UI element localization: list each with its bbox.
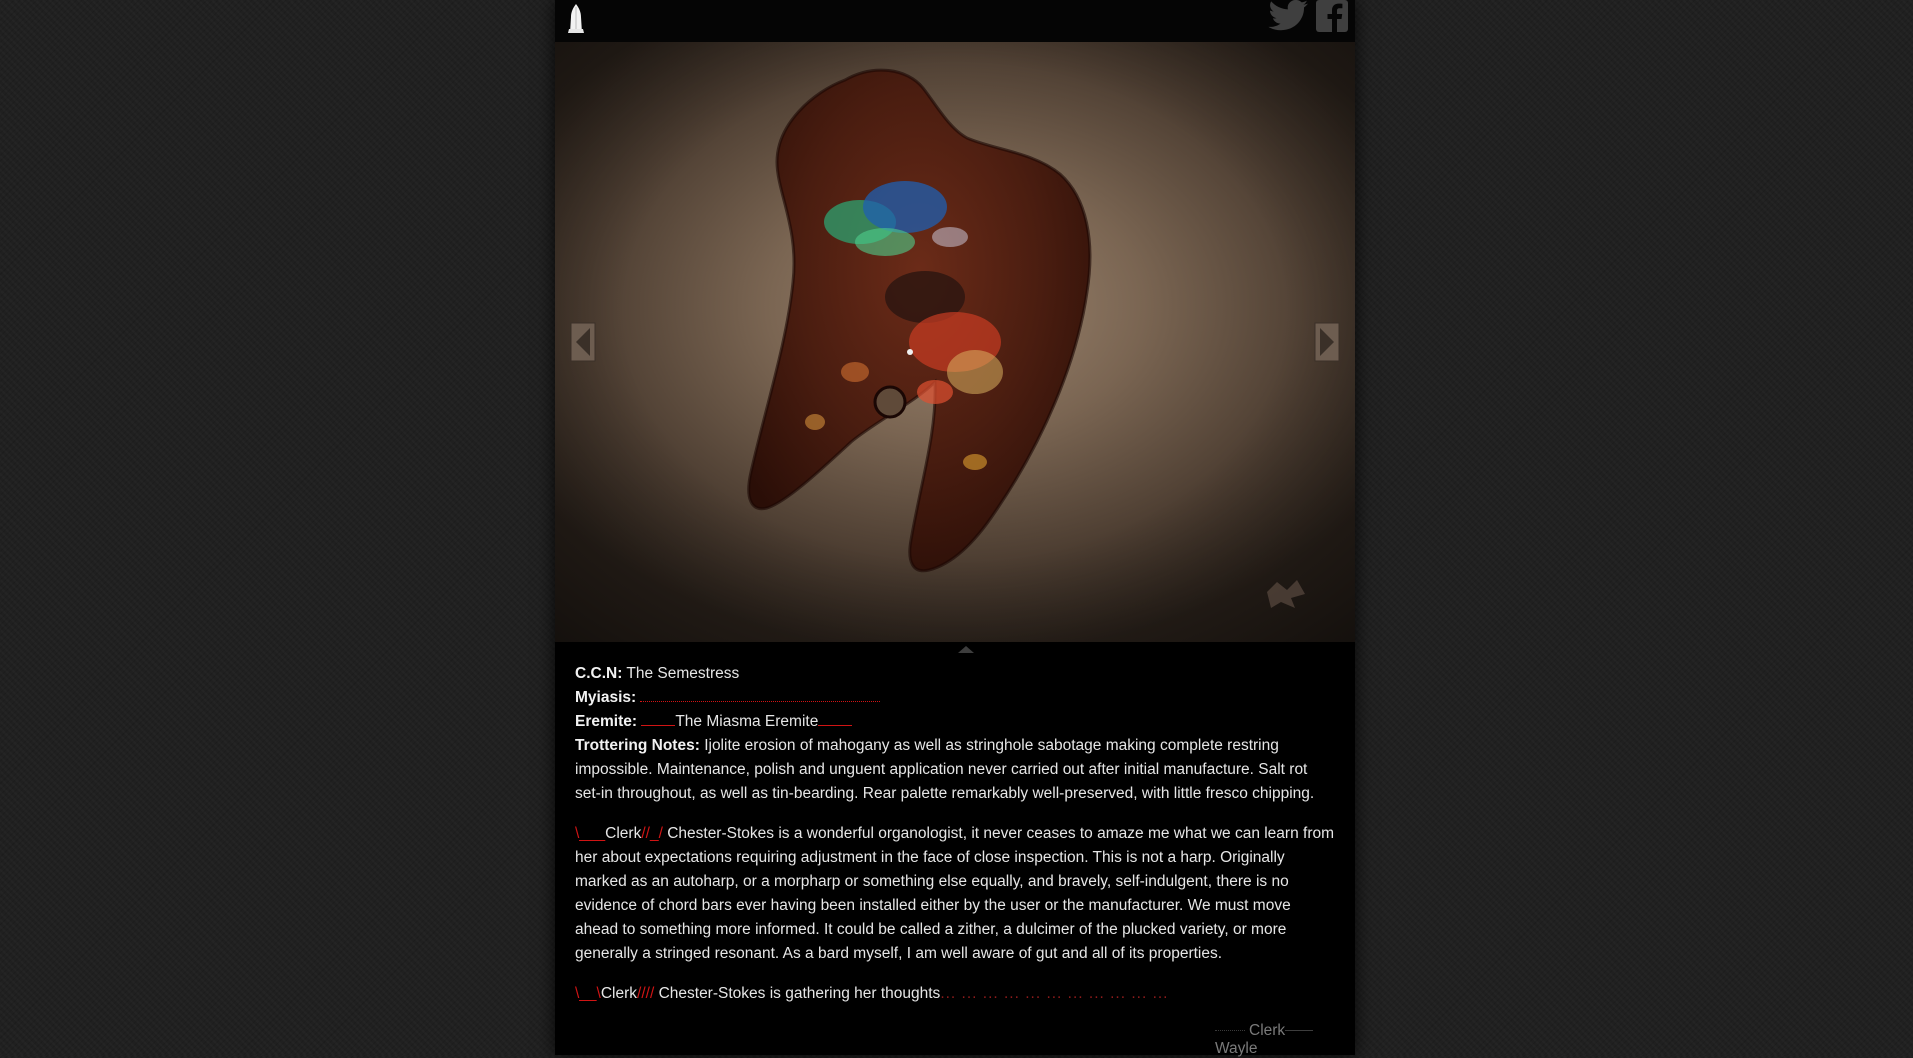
comment-prefix: \___ xyxy=(575,825,606,842)
ccn-value: The Semestress xyxy=(626,665,740,682)
chevron-left-icon[interactable] xyxy=(570,322,596,362)
signature: ClerkWayle xyxy=(1215,1022,1355,1058)
eremite-label: Eremite: xyxy=(575,713,638,730)
eremite-underline-right xyxy=(818,711,853,726)
painted-wooden-palette-image xyxy=(555,42,1355,642)
myiasis-blank xyxy=(640,687,881,702)
ccn-label: C.C.N: xyxy=(575,665,623,682)
myiasis-field: Myiasis: xyxy=(575,686,1335,710)
image-gallery xyxy=(555,42,1355,642)
comment-text: Chester-Stokes is gathering her thoughts xyxy=(654,985,941,1002)
comment-trail: ... ... ... ... ... ... ... ... ... ... … xyxy=(940,985,1169,1002)
eremite-value: The Miasma Eremite xyxy=(675,713,819,730)
eremite-field: Eremite: The Miasma Eremite xyxy=(575,710,1335,734)
comment-item: \__\Clerk//// Chester-Stokes is gatherin… xyxy=(575,982,1335,1006)
signature-separator xyxy=(1285,1030,1314,1032)
top-bar xyxy=(555,0,1355,42)
trottering-notes: Trottering Notes: Ijolite erosion of mah… xyxy=(575,734,1335,806)
signature-left[interactable]: Clerk xyxy=(1249,1022,1285,1039)
facebook-f-icon[interactable] xyxy=(1315,0,1349,32)
comment-text: Chester-Stokes is a wonderful organologi… xyxy=(575,825,1335,962)
comment-item: \___Clerk//_/ Chester-Stokes is a wonder… xyxy=(575,822,1335,966)
myiasis-label: Myiasis: xyxy=(575,689,637,706)
comment-suffix: //_/ xyxy=(641,825,663,842)
eremite-underline-left xyxy=(641,711,676,726)
ccn-field: C.C.N: The Semestress xyxy=(575,662,1335,686)
comment-suffix: //// xyxy=(637,985,655,1002)
quill-pen-icon[interactable] xyxy=(562,2,590,34)
signature-right[interactable]: Wayle xyxy=(1215,1040,1258,1057)
signature-leader xyxy=(1215,1030,1245,1032)
entry-content: C.C.N: The Semestress Myiasis: Eremite: … xyxy=(575,662,1335,1022)
content-column: C.C.N: The Semestress Myiasis: Eremite: … xyxy=(555,0,1355,1058)
comment-author: Clerk xyxy=(605,825,642,842)
comment-author: Clerk xyxy=(600,985,638,1002)
caret-up-icon[interactable] xyxy=(958,646,974,653)
twitter-bird-icon[interactable] xyxy=(1267,0,1309,32)
notes-label: Trottering Notes: xyxy=(575,737,700,754)
chevron-right-icon[interactable] xyxy=(1314,322,1340,362)
comment-prefix: \__\ xyxy=(575,985,601,1002)
